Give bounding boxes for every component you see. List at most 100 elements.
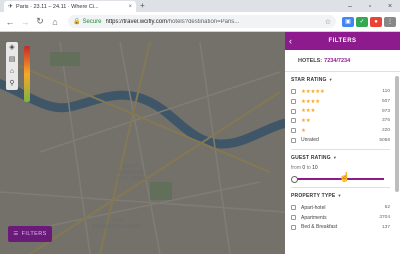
property-type-row[interactable]: Bed & Breakfast 137 [291,223,390,233]
star-icons: ★★★★★ [301,88,325,95]
property-type-count: 3704 [379,215,390,221]
star-count: 973 [381,108,390,114]
hand-cursor-icon: ☝ [339,172,351,182]
filters-panel-header: ‹ FILTERS [285,32,400,50]
guest-rating-slider[interactable] [291,175,384,183]
caret-down-icon: ▼ [337,193,342,199]
range-from-label: from [291,165,301,172]
checkbox[interactable] [291,89,296,95]
checkbox[interactable] [291,128,296,134]
reload-icon[interactable]: ↻ [34,16,46,27]
filters-panel-title: FILTERS [328,38,357,44]
secure-label: Secure [82,18,102,25]
extension-icon[interactable]: ▣ [342,16,354,27]
hotel-icon[interactable]: ⌂ [10,66,14,78]
checkbox[interactable] [291,108,296,114]
property-type-count: 137 [381,224,390,230]
filters-button-label: FILTERS [21,231,47,237]
guest-rating-title: GUEST RATING [291,155,331,162]
star-count: 507 [381,99,390,105]
range-to-label: to [306,165,311,172]
hotel-count-value: 7234/7234 [324,57,351,64]
map-label-arrondissement: 6TH ARRONDISSEMENT [92,218,144,230]
property-type-count: 52 [384,205,390,211]
property-type-label: Apartments [301,214,327,221]
map-toolbox: ◈ ▤ ⌂ ⚲ [6,42,18,90]
property-type-row[interactable]: Apartments 3704 [291,213,390,223]
checkbox[interactable] [291,118,296,124]
star-icons: ★★ [301,117,311,124]
guest-rating-range: from 0 to 10 [291,165,390,171]
back-icon[interactable]: ← [4,17,16,27]
url-text: https://travel.wcifly.com/hotels?destina… [106,19,322,25]
price-icon[interactable]: ▤ [9,54,16,66]
window-controls: – ▫ × [340,0,400,12]
range-to-value: 10 [312,165,318,172]
caret-down-icon: ▼ [328,77,333,82]
star-filter-row[interactable]: ★★★★ 507 [291,97,390,107]
address-bar[interactable]: 🔒 Secure https://travel.wcifly.com/hotel… [68,15,336,28]
url-host: https://travel.wcifly.com [105,18,168,25]
property-type-title: PROPERTY TYPE [291,193,336,200]
property-type-label: Bed & Breakfast [301,224,338,231]
back-chevron-icon[interactable]: ‹ [289,36,299,46]
star-filter-row[interactable]: ★★ 376 [291,116,390,126]
minimize-icon[interactable]: – [340,3,360,10]
star-rating-section: STAR RATING ▼ ★★★★★ 110 ★★★★ 507 ★★★ 973 … [285,72,400,151]
filter-sliders-icon: ☰ [13,231,19,237]
unrated-label: Unrated [301,137,319,144]
forward-icon[interactable]: → [19,17,31,27]
browser-tabstrip: ✈ Paris · 23.11 – 24.11 · Where Ci... × … [0,0,400,12]
hotel-count: HOTELS: 7234/7234 [285,50,400,72]
home-icon[interactable]: ⌂ [49,17,61,27]
price-heat-legend [24,46,30,102]
checkbox[interactable] [291,224,296,230]
extension-icon[interactable]: ● [370,16,382,27]
filters-button[interactable]: ☰ FILTERS [8,226,52,242]
star-rating-heading[interactable]: STAR RATING ▼ [291,77,390,83]
plane-icon: ✈ [8,4,14,10]
url-path: /hotels?destination=Paris... [167,18,240,25]
browser-toolbar: ← → ↻ ⌂ 🔒 Secure https://travel.wcifly.c… [0,12,400,32]
star-filter-row[interactable]: ★ 220 [291,126,390,136]
menu-icon[interactable]: ⋮ [384,16,396,27]
star-count: 5058 [379,137,390,143]
map-label-saint-germain: SAINT- GERMAIN- DES-PRÉS [118,164,146,182]
star-icons: ★★★★ [301,98,320,105]
browser-tab[interactable]: ✈ Paris · 23.11 – 24.11 · Where Ci... × [4,1,136,12]
new-tab-button[interactable]: + [140,1,145,11]
checkbox[interactable] [291,215,296,221]
panel-scrollbar[interactable] [395,76,399,192]
checkbox[interactable] [291,205,296,211]
extension-icon[interactable]: ✓ [356,16,368,27]
guest-rating-heading[interactable]: GUEST RATING ▼ [291,155,390,161]
maximize-icon[interactable]: ▫ [360,3,380,10]
checkbox[interactable] [291,99,296,105]
lock-icon: 🔒 [73,19,81,25]
slider-handle[interactable] [291,175,298,183]
hotel-map[interactable]: ◈ ▤ ⌂ ⚲ SAINT- GERMAIN- DES-PRÉS 6TH ARR… [0,32,285,254]
layers-icon[interactable]: ◈ [9,42,14,54]
property-type-row[interactable]: Apart-hotel 52 [291,203,390,213]
tab-title: Paris · 23.11 – 24.11 · Where Ci... [16,3,99,10]
bookmark-star-icon[interactable]: ☆ [325,18,331,26]
caret-down-icon: ▼ [332,155,337,161]
hotel-count-label: HOTELS: [298,57,323,64]
star-filter-row[interactable]: ★★★★★ 110 [291,87,390,97]
property-type-section: PROPERTY TYPE ▼ Apart-hotel 52 Apartments… [285,188,400,232]
property-type-heading[interactable]: PROPERTY TYPE ▼ [291,193,390,199]
range-from-value: 0 [302,165,306,172]
star-count: 220 [381,128,390,134]
star-count: 110 [382,89,390,95]
window-close-icon[interactable]: × [380,3,400,10]
checkbox[interactable] [291,137,296,143]
star-rating-title: STAR RATING [291,77,327,83]
star-filter-row-unrated[interactable]: Unrated 5058 [291,135,390,145]
star-count: 376 [381,118,390,124]
filters-panel: ‹ FILTERS HOTELS: 7234/7234 STAR RATING ▼… [285,32,400,254]
star-filter-row[interactable]: ★★★ 973 [291,106,390,116]
close-tab-icon[interactable]: × [128,4,132,10]
star-icons: ★ [301,127,306,134]
filter-icon[interactable]: ⚲ [9,78,14,90]
property-type-label: Apart-hotel [301,204,326,211]
